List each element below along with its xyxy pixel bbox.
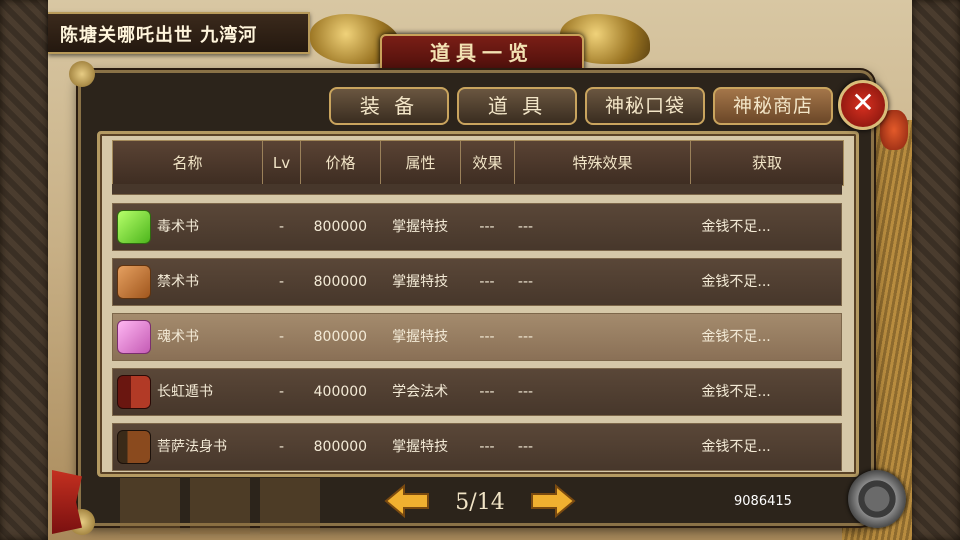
item-list-panel: 装 备 道 具 神秘口袋 神秘商店 名称 Lv 价格 属性 效果 特殊效果 获取… [69, 61, 874, 535]
item-price: 800000 [313, 439, 368, 455]
close-button[interactable]: ✕ [838, 80, 888, 130]
item-effect: --- [479, 274, 495, 290]
item-table: 名称 Lv 价格 属性 效果 特殊效果 获取 毒术书 - 800000 掌握特技… [97, 131, 859, 477]
window-title: 道具一览 [430, 41, 534, 65]
corner-ornament-icon [69, 61, 95, 87]
item-special-effect: --- [517, 274, 534, 290]
item-attribute: 学会法术 [392, 384, 449, 400]
brown-tome-icon [117, 430, 151, 464]
red-tome-icon [117, 375, 151, 409]
table-row-selected[interactable]: 魂术书 - 800000 掌握特技 --- --- 金钱不足... [112, 313, 842, 361]
table-row[interactable]: 菩萨法身书 - 800000 掌握特技 --- --- 金钱不足... [112, 423, 842, 471]
item-special-effect: --- [517, 439, 534, 455]
item-lv: - [279, 219, 285, 235]
title-plaque: 道具一览 [310, 14, 650, 74]
item-effect: --- [479, 219, 495, 235]
table-row[interactable]: 毒术书 - 800000 掌握特技 --- --- 金钱不足... [112, 203, 842, 251]
header-attribute: 属性 [381, 141, 461, 185]
table-row-partial [112, 184, 842, 195]
money-amount: 9086415 [734, 494, 792, 509]
item-obtain: 金钱不足... [701, 329, 771, 345]
next-page-button[interactable] [530, 483, 576, 519]
prev-page-button[interactable] [384, 483, 430, 519]
item-name: 菩萨法身书 [157, 439, 227, 455]
item-obtain: 金钱不足... [701, 384, 771, 400]
green-book-icon [117, 210, 151, 244]
item-effect: --- [479, 439, 495, 455]
tab-items[interactable]: 道 具 [457, 87, 577, 125]
item-name: 长虹遁书 [157, 384, 213, 400]
item-special-effect: --- [517, 329, 534, 345]
item-attribute: 掌握特技 [392, 329, 449, 345]
item-attribute: 掌握特技 [392, 439, 449, 455]
item-lv: - [279, 384, 285, 400]
item-effect: --- [479, 329, 495, 345]
tab-mystery-pouch[interactable]: 神秘口袋 [585, 87, 705, 125]
table-row[interactable]: 长虹遁书 - 400000 学会法术 --- --- 金钱不足... [112, 368, 842, 416]
item-name: 毒术书 [157, 219, 199, 235]
item-obtain: 金钱不足... [701, 439, 771, 455]
gear-icon[interactable] [848, 470, 906, 528]
item-attribute: 掌握特技 [392, 274, 449, 290]
pink-book-icon [117, 320, 151, 354]
orange-book-icon [117, 265, 151, 299]
tab-equipment[interactable]: 装 备 [329, 87, 449, 125]
item-name: 魂术书 [157, 329, 199, 345]
header-obtain: 获取 [751, 154, 782, 172]
item-price: 800000 [313, 219, 368, 235]
arrow-left-icon [384, 483, 429, 519]
tab-bar: 装 备 道 具 神秘口袋 神秘商店 [329, 87, 833, 125]
item-special-effect: --- [517, 219, 534, 235]
item-obtain: 金钱不足... [701, 274, 771, 290]
header-price: 价格 [301, 141, 381, 185]
item-obtain: 金钱不足... [701, 219, 771, 235]
item-attribute: 掌握特技 [392, 219, 449, 235]
right-ornament-border [912, 0, 960, 540]
arrow-right-icon [531, 483, 576, 519]
location-bar: 陈塘关哪吒出世 九湾河 [48, 12, 310, 54]
header-special-effect: 特殊效果 [515, 141, 691, 185]
table-header: 名称 Lv 价格 属性 效果 特殊效果 获取 [112, 140, 844, 186]
item-effect: --- [479, 384, 495, 400]
header-name: 名称 [113, 141, 263, 185]
item-special-effect: --- [517, 384, 534, 400]
page-indicator: 5/14 [455, 490, 505, 515]
item-price: 800000 [313, 274, 368, 290]
item-price: 800000 [313, 329, 368, 345]
item-lv: - [279, 439, 285, 455]
header-effect: 效果 [461, 141, 515, 185]
item-price: 400000 [313, 384, 368, 400]
item-lv: - [279, 329, 285, 345]
location-name: 陈塘关哪吒出世 九湾河 [60, 25, 258, 46]
tab-mystery-shop[interactable]: 神秘商店 [713, 87, 833, 125]
item-name: 禁术书 [157, 274, 199, 290]
header-lv: Lv [263, 141, 301, 185]
left-ornament-border [0, 0, 48, 540]
background-menu-ghost [120, 478, 320, 534]
table-row[interactable]: 禁术书 - 800000 掌握特技 --- --- 金钱不足... [112, 258, 842, 306]
item-lv: - [279, 274, 285, 290]
